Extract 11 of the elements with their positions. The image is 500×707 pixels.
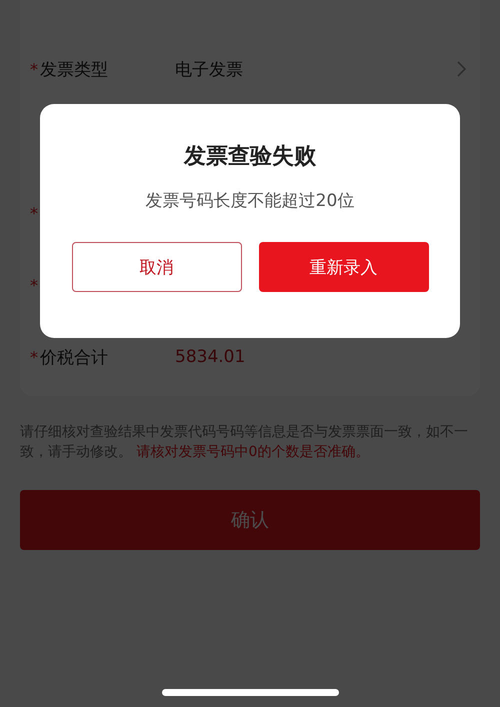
required-mark: *: [30, 60, 39, 78]
field-label: 价税合计: [40, 346, 109, 368]
cancel-button[interactable]: 取消: [72, 242, 242, 292]
field-label: 发票类型: [40, 58, 109, 80]
required-mark: *: [30, 204, 39, 222]
field-value: 5834.01: [175, 347, 246, 367]
required-mark: *: [30, 348, 39, 366]
dialog-message: 发票号码长度不能超过20位: [146, 190, 354, 212]
dialog-title: 发票查验失败: [184, 143, 316, 171]
required-mark: *: [30, 276, 39, 294]
reenter-button[interactable]: 重新录入: [258, 242, 428, 292]
